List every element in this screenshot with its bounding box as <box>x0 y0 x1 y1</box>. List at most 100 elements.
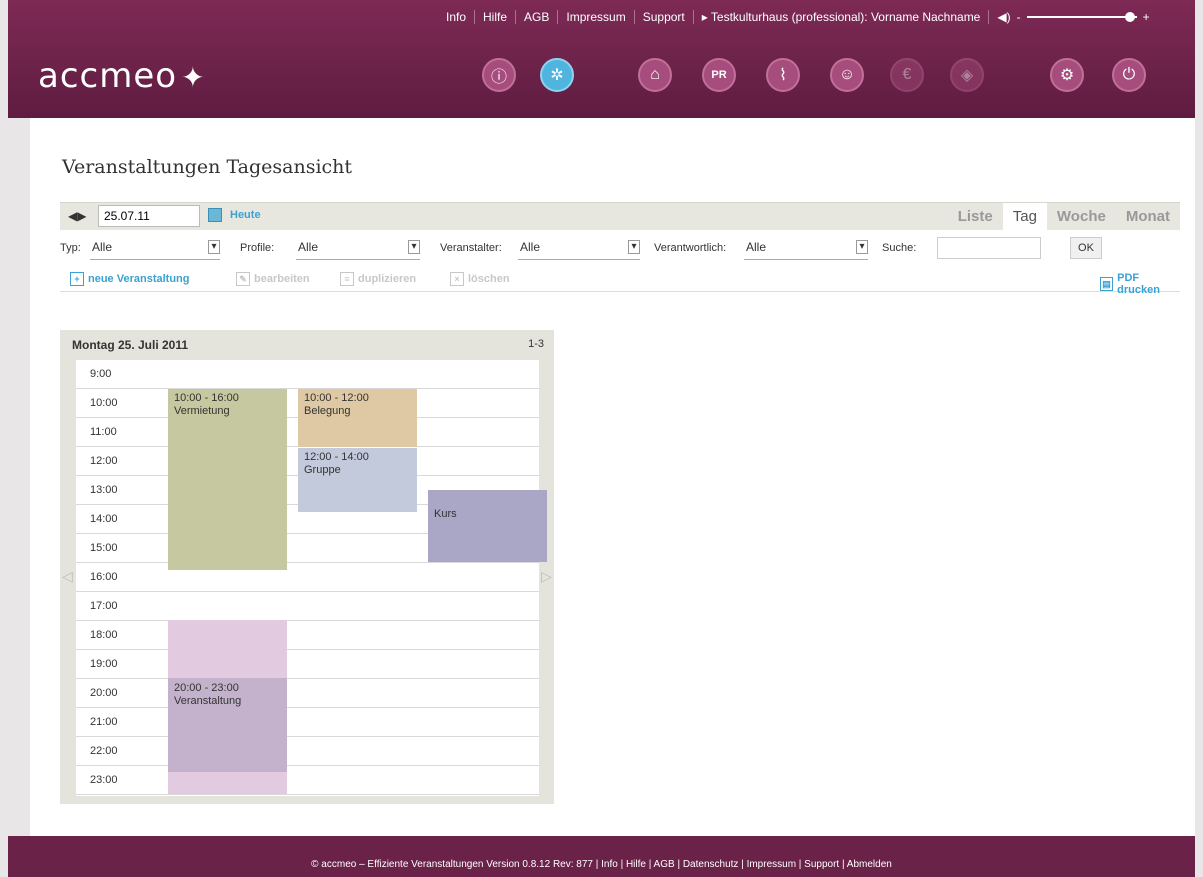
pdf-print-button[interactable]: ▤ PDF drucken <box>1100 272 1180 296</box>
duplicate-label: duplizieren <box>358 273 417 285</box>
chevron-down-icon: ▾ <box>408 240 420 254</box>
event-title: Kurs <box>434 508 457 520</box>
juggler-icon: ✦ <box>181 61 206 94</box>
nav-info-link[interactable]: Info <box>438 10 476 24</box>
delete-label: löschen <box>468 273 510 285</box>
date-input[interactable] <box>98 205 200 227</box>
hour-label: 12:00 <box>90 455 118 467</box>
hour-row[interactable]: 17:00 <box>76 592 539 621</box>
hour-row[interactable]: 22:00 <box>76 737 539 766</box>
volume-plus-icon[interactable]: + <box>1143 10 1150 24</box>
logo-text: accmeo <box>38 56 178 96</box>
calendar-icon[interactable] <box>208 208 222 222</box>
next-columns-arrow-icon[interactable]: ▷ <box>541 568 552 585</box>
attachment-icon[interactable]: ⌇ <box>766 58 800 92</box>
euro-icon[interactable]: € <box>890 58 924 92</box>
veranstalter-select-value: Alle <box>520 240 541 254</box>
veranstalter-label: Veranstalter: <box>440 242 502 254</box>
event-time: 20:00 - 23:00 <box>174 682 239 694</box>
search-label: Suche: <box>882 242 917 254</box>
event-block[interactable]: 10:00 - 12:00 Belegung <box>298 389 417 447</box>
event-title: Vermietung <box>174 405 230 417</box>
new-event-button[interactable]: + neue Veranstaltung <box>70 272 189 286</box>
event-block[interactable]: 20:00 - 23:00 Veranstaltung <box>168 620 287 794</box>
search-input[interactable] <box>937 237 1041 259</box>
today-link[interactable]: Heute <box>230 209 261 221</box>
info-icon[interactable]: ⓘ <box>482 58 516 92</box>
pr-icon[interactable]: PR <box>702 58 736 92</box>
hour-label: 18:00 <box>90 629 118 641</box>
event-text: Kurs <box>434 508 541 521</box>
hour-label: 22:00 <box>90 745 118 757</box>
day-calendar: Montag 25. Juli 2011 1-3 ◁ ▷ 9:00 10:00 11… <box>60 330 554 804</box>
duplicate-button[interactable]: ≡ duplizieren <box>340 272 416 286</box>
verantwortlich-select-value: Alle <box>746 240 767 254</box>
nav-help-link[interactable]: Hilfe <box>475 10 517 24</box>
hour-label: 17:00 <box>90 600 118 612</box>
hour-label: 16:00 <box>90 571 118 583</box>
page-title: Veranstaltungen Tagesansicht <box>62 156 353 178</box>
edit-button[interactable]: ✎ bearbeiten <box>236 272 310 286</box>
home-icon[interactable]: ⌂ <box>638 58 672 92</box>
pr-icon-label: PR <box>711 69 727 81</box>
tab-monat[interactable]: Monat <box>1116 203 1180 231</box>
verantwortlich-label: Verantwortlich: <box>654 242 727 254</box>
volume-control[interactable]: ◀) - + <box>997 10 1149 24</box>
tab-woche[interactable]: Woche <box>1047 203 1116 231</box>
hour-label: 19:00 <box>90 658 118 670</box>
hour-row[interactable]: 16:00 <box>76 563 539 592</box>
profile-select[interactable]: Alle ▾ <box>296 238 420 260</box>
hour-label: 21:00 <box>90 716 118 728</box>
event-block[interactable]: Kurs <box>428 490 547 562</box>
event-block[interactable]: 12:00 - 14:00 Gruppe <box>298 448 417 512</box>
nav-agb-link[interactable]: AGB <box>516 10 559 24</box>
hour-row[interactable]: 18:00 <box>76 621 539 650</box>
speaker-icon[interactable]: ◀) <box>997 10 1010 24</box>
typ-select[interactable]: Alle ▾ <box>90 238 220 260</box>
typ-select-value: Alle <box>92 240 113 254</box>
accmeo-logo: accmeo ✦ <box>38 56 206 96</box>
hour-row[interactable]: 23:00 <box>76 766 539 795</box>
app-header: Info Hilfe AGB Impressum Support ▸ Testk… <box>8 0 1195 118</box>
ok-button[interactable]: OK <box>1070 237 1102 259</box>
user-account-label[interactable]: ▸ Testkulturhaus (professional): Vorname… <box>694 10 990 24</box>
profile-label: Profile: <box>240 242 275 254</box>
tab-liste[interactable]: Liste <box>948 203 1003 231</box>
hour-row[interactable]: 9:00 <box>76 360 539 389</box>
event-title: Belegung <box>304 405 351 417</box>
power-icon[interactable]: ⏻ <box>1112 58 1146 92</box>
hour-row[interactable]: 21:00 <box>76 708 539 737</box>
event-text: 10:00 - 16:00 Vermietung <box>174 392 281 418</box>
new-event-label: neue Veranstaltung <box>88 273 190 285</box>
verantwortlich-select[interactable]: Alle ▾ <box>744 238 868 260</box>
top-nav: Info Hilfe AGB Impressum Support ▸ Testk… <box>438 10 1150 24</box>
delete-button[interactable]: × löschen <box>450 272 510 286</box>
event-block[interactable]: 10:00 - 16:00 Vermietung <box>168 389 287 570</box>
settings-icon[interactable]: ⚙ <box>1050 58 1084 92</box>
typ-label: Typ: <box>60 242 81 254</box>
day-header: Montag 25. Juli 2011 1-3 <box>60 330 554 358</box>
people-icon[interactable]: ☺ <box>830 58 864 92</box>
main-icon-bar: ⓘ ✲ ⌂ PR ⌇ ☺ € ◈ ⚙ ⏻ <box>482 58 1162 92</box>
prev-next-day-arrows[interactable]: ◀▶ <box>68 209 86 223</box>
event-text: 12:00 - 14:00 Gruppe <box>304 451 411 477</box>
volume-slider[interactable] <box>1026 12 1137 22</box>
tab-tag[interactable]: Tag <box>1002 203 1047 231</box>
profile-select-value: Alle <box>298 240 319 254</box>
veranstalter-select[interactable]: Alle ▾ <box>518 238 640 260</box>
day-grid: 9:00 10:00 11:00 12:00 13:00 14:00 15:00 16:00 1… <box>76 360 547 796</box>
edit-icon: ✎ <box>236 272 250 286</box>
prev-columns-arrow-icon[interactable]: ◁ <box>62 568 73 585</box>
volume-slider-handle[interactable] <box>1124 12 1135 22</box>
hour-label: 23:00 <box>90 774 118 786</box>
hour-row[interactable]: 19:00 <box>76 650 539 679</box>
hour-row[interactable]: 20:00 <box>76 679 539 708</box>
tag-icon[interactable]: ◈ <box>950 58 984 92</box>
nav-impressum-link[interactable]: Impressum <box>558 10 635 24</box>
event-time: 12:00 - 14:00 <box>304 451 369 463</box>
nav-support-link[interactable]: Support <box>635 10 694 24</box>
new-event-icon: + <box>70 272 84 286</box>
events-icon[interactable]: ✲ <box>540 58 574 92</box>
volume-minus-icon[interactable]: - <box>1017 10 1021 24</box>
filter-bar: Typ: Alle ▾ Profile: Alle ▾ Veranstalter… <box>60 236 1180 262</box>
